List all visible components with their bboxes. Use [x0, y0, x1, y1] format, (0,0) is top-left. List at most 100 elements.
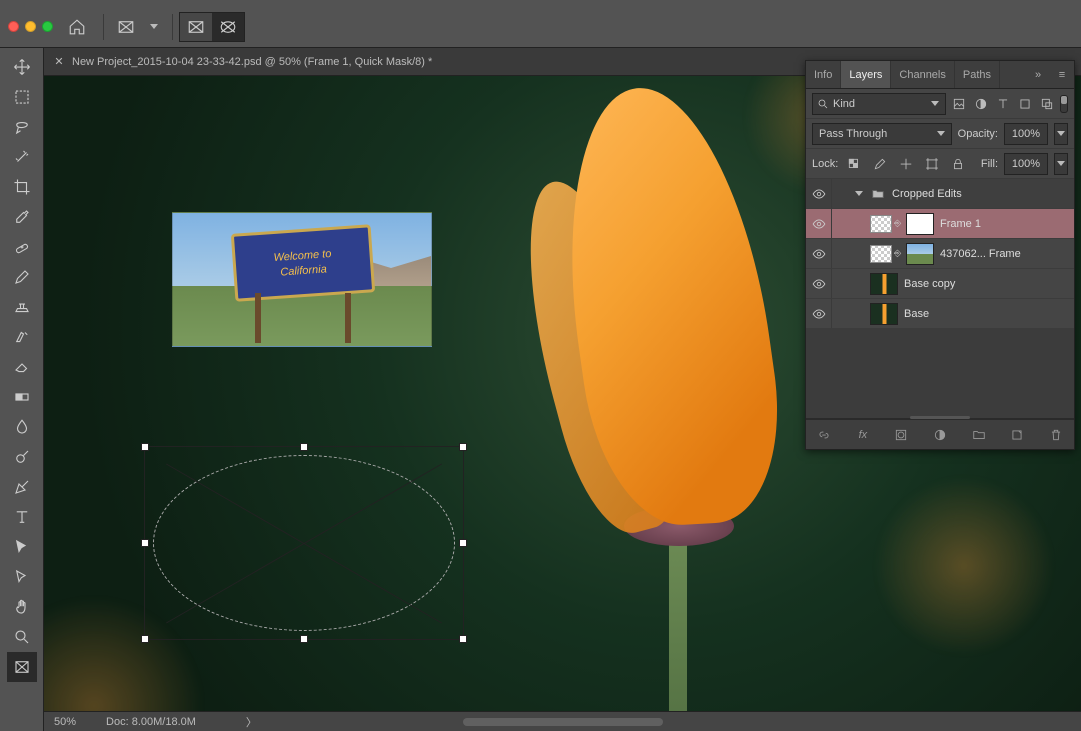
magic-wand-tool[interactable]	[7, 142, 37, 172]
type-tool[interactable]	[7, 502, 37, 532]
group-disclosure-icon[interactable]	[854, 189, 864, 199]
panel-expand-icon[interactable]: »	[1026, 69, 1050, 81]
transform-handle-s[interactable]	[300, 635, 308, 643]
document-tab[interactable]: ✕ New Project_2015-10-04 23-33-42.psd @ …	[44, 48, 442, 75]
layer-group-row[interactable]: Cropped Edits	[806, 179, 1074, 209]
frame-content-thumb[interactable]	[906, 213, 934, 235]
frame-content-thumb[interactable]	[906, 243, 934, 265]
transform-handle-ne[interactable]	[459, 443, 467, 451]
home-button[interactable]	[61, 13, 93, 41]
hand-tool[interactable]	[7, 592, 37, 622]
transform-handle-nw[interactable]	[141, 443, 149, 451]
filter-toggle[interactable]	[1060, 95, 1068, 113]
frame-orientation-caret[interactable]	[146, 13, 162, 41]
visibility-toggle[interactable]	[806, 179, 832, 208]
zoom-readout[interactable]: 50%	[54, 716, 76, 728]
transform-handle-e[interactable]	[459, 539, 467, 547]
doc-size-readout[interactable]: Doc: 8.00M/18.0M	[106, 716, 196, 728]
tab-layers[interactable]: Layers	[841, 61, 891, 88]
crop-tool[interactable]	[7, 172, 37, 202]
tab-info[interactable]: Info	[806, 61, 841, 88]
panel-menu-icon[interactable]: ≡	[1050, 69, 1074, 81]
layer-list: Cropped Edits ⎆ Frame 1 ⎆ 437062... Fram…	[806, 179, 1074, 329]
adjustment-layer-icon[interactable]	[931, 426, 949, 444]
transform-handle-n[interactable]	[300, 443, 308, 451]
placed-image-sign[interactable]: Welcome toCalifornia	[172, 212, 432, 347]
tab-channels[interactable]: Channels	[891, 61, 954, 88]
delete-layer-icon[interactable]	[1047, 426, 1065, 444]
zoom-tool[interactable]	[7, 622, 37, 652]
link-icon: ⎆	[894, 218, 904, 229]
pen-tool[interactable]	[7, 472, 37, 502]
fill-field[interactable]: 100%	[1004, 153, 1048, 175]
filter-pixel-icon[interactable]	[950, 95, 968, 113]
layer-name[interactable]: Base	[904, 308, 1068, 320]
direct-selection-tool[interactable]	[7, 562, 37, 592]
visibility-toggle[interactable]	[806, 239, 832, 268]
status-flyout-icon[interactable]: 〉	[246, 714, 257, 730]
marquee-tool[interactable]	[7, 82, 37, 112]
history-brush-tool[interactable]	[7, 322, 37, 352]
brush-tool[interactable]	[7, 262, 37, 292]
transform-handle-se[interactable]	[459, 635, 467, 643]
lock-artboard-icon[interactable]	[922, 155, 942, 173]
healing-brush-tool[interactable]	[7, 232, 37, 262]
transform-handle-sw[interactable]	[141, 635, 149, 643]
frame-mask-thumb[interactable]	[870, 245, 892, 263]
lasso-tool[interactable]	[7, 112, 37, 142]
filter-adjustment-icon[interactable]	[972, 95, 990, 113]
close-tab-icon[interactable]: ✕	[54, 57, 64, 67]
eraser-tool[interactable]	[7, 352, 37, 382]
lock-position-icon[interactable]	[896, 155, 916, 173]
blend-mode-select[interactable]: Pass Through	[812, 123, 952, 145]
transform-bounding-box[interactable]	[144, 446, 464, 640]
visibility-toggle[interactable]	[806, 269, 832, 298]
clone-stamp-tool[interactable]	[7, 292, 37, 322]
path-selection-tool[interactable]	[7, 532, 37, 562]
layer-row-frame1[interactable]: ⎆ Frame 1	[806, 209, 1074, 239]
layer-row-base[interactable]: Base	[806, 299, 1074, 329]
filter-type-icon[interactable]	[994, 95, 1012, 113]
frame-mask-thumb[interactable]	[870, 215, 892, 233]
add-mask-icon[interactable]	[892, 426, 910, 444]
layer-fx-icon[interactable]: fx	[854, 426, 872, 444]
dodge-tool[interactable]	[7, 442, 37, 472]
layer-name[interactable]: Frame 1	[940, 218, 1068, 230]
frame-shape-ellipse-button[interactable]	[212, 13, 244, 41]
layer-thumb[interactable]	[870, 303, 898, 325]
transform-handle-w[interactable]	[141, 539, 149, 547]
horizontal-scrollbar[interactable]	[463, 718, 663, 726]
layer-name[interactable]: Base copy	[904, 278, 1068, 290]
visibility-toggle[interactable]	[806, 209, 832, 238]
move-tool[interactable]	[7, 52, 37, 82]
opacity-stepper[interactable]	[1054, 123, 1068, 145]
frame-shape-rect-button[interactable]	[180, 13, 212, 41]
window-controls[interactable]	[4, 21, 61, 32]
fill-stepper[interactable]	[1054, 153, 1068, 175]
visibility-toggle[interactable]	[806, 299, 832, 328]
layer-thumb[interactable]	[870, 273, 898, 295]
layer-row-base-copy[interactable]: Base copy	[806, 269, 1074, 299]
panel-tab-bar: Info Layers Channels Paths » ≡	[806, 61, 1074, 89]
link-layers-icon[interactable]	[815, 426, 833, 444]
layer-group-name[interactable]: Cropped Edits	[892, 188, 1068, 200]
new-layer-icon[interactable]	[1008, 426, 1026, 444]
lock-transparent-icon[interactable]	[844, 155, 864, 173]
lock-all-icon[interactable]	[948, 155, 968, 173]
layer-name[interactable]: 437062... Frame	[940, 248, 1068, 260]
new-group-icon[interactable]	[970, 426, 988, 444]
layer-row-frame2[interactable]: ⎆ 437062... Frame	[806, 239, 1074, 269]
tab-paths[interactable]: Paths	[955, 61, 1000, 88]
gradient-tool[interactable]	[7, 382, 37, 412]
blur-tool[interactable]	[7, 412, 37, 442]
frame-orientation-button[interactable]	[110, 13, 142, 41]
opacity-field[interactable]: 100%	[1004, 123, 1048, 145]
lock-image-icon[interactable]	[870, 155, 890, 173]
filter-shape-icon[interactable]	[1016, 95, 1034, 113]
frame-tool[interactable]	[7, 652, 37, 682]
home-icon	[68, 18, 86, 36]
eyedropper-tool[interactable]	[7, 202, 37, 232]
layer-list-empty-area[interactable]	[806, 329, 1074, 419]
layer-filter-kind[interactable]: Kind	[812, 93, 946, 115]
filter-smart-icon[interactable]	[1038, 95, 1056, 113]
